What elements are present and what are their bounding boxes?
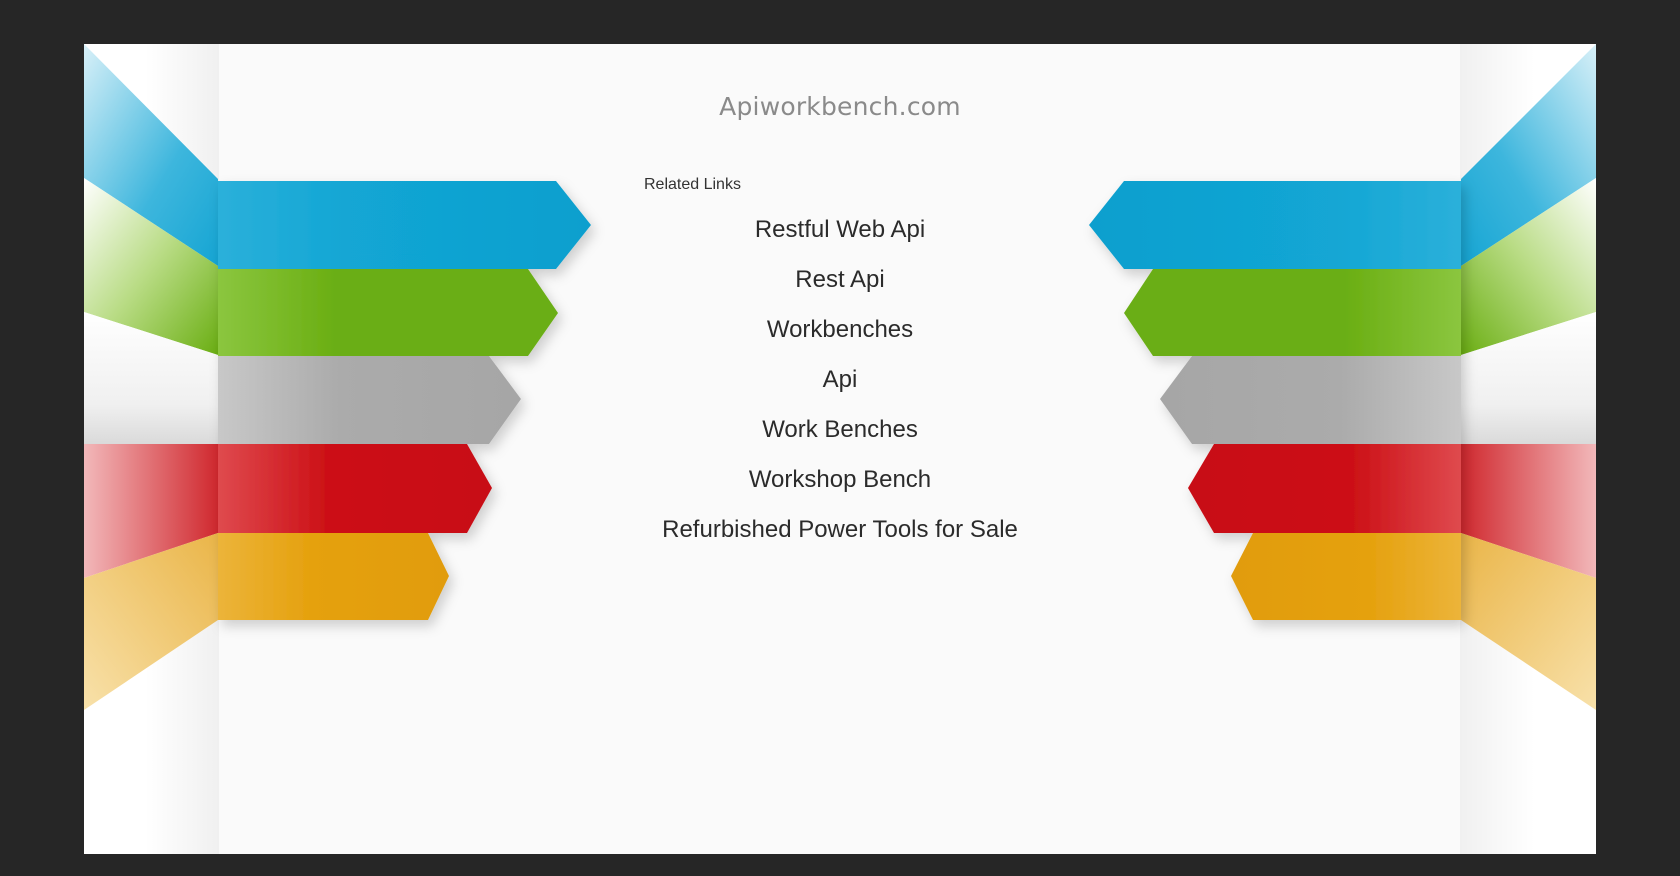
list-item: Api (84, 355, 1596, 405)
related-link[interactable]: Workbenches (767, 316, 913, 343)
related-link[interactable]: Rest Api (795, 266, 884, 293)
list-item: Rest Api (84, 255, 1596, 305)
parked-domain-page: Apiworkbench.com Related Links Restful W… (84, 44, 1596, 854)
related-link[interactable]: Workshop Bench (749, 466, 931, 493)
list-item: Restful Web Api (84, 205, 1596, 255)
related-link[interactable]: Api (823, 366, 858, 393)
site-title: Apiworkbench.com (719, 92, 961, 121)
list-item: Work Benches (84, 405, 1596, 455)
related-link[interactable]: Refurbished Power Tools for Sale (662, 516, 1018, 543)
list-item: Workshop Bench (84, 455, 1596, 505)
related-link[interactable]: Restful Web Api (755, 216, 925, 243)
list-item: Workbenches (84, 305, 1596, 355)
related-links-heading: Related Links (644, 176, 741, 193)
list-item: Refurbished Power Tools for Sale (84, 505, 1596, 555)
related-links-list: Restful Web Api Rest Api Workbenches Api… (84, 205, 1596, 555)
related-link[interactable]: Work Benches (762, 416, 918, 443)
